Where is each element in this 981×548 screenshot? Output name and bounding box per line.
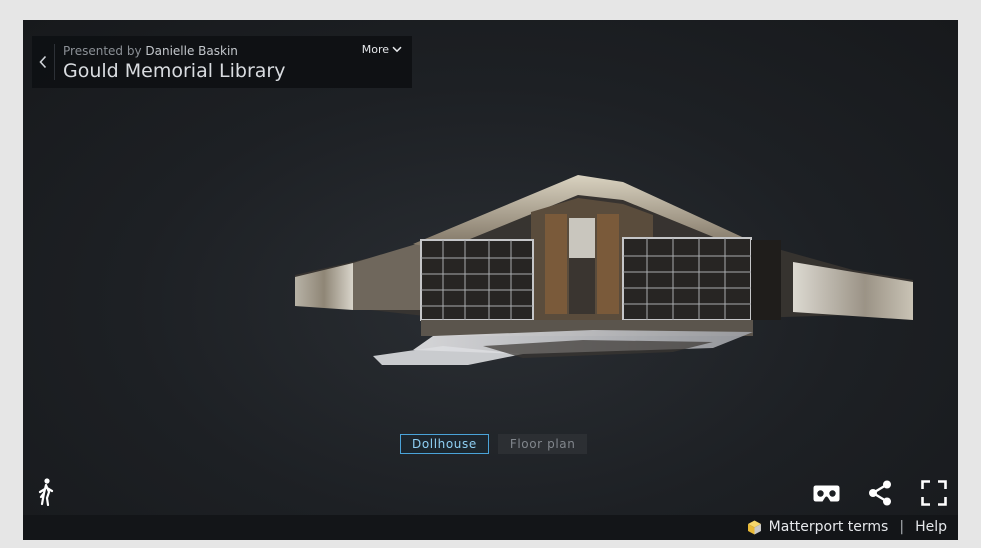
floor-plan-mode-button[interactable]: Floor plan: [497, 434, 588, 454]
presented-by: Presented by Danielle Baskin: [63, 44, 238, 58]
presented-prefix: Presented by: [63, 44, 142, 58]
vr-headset-icon: [813, 485, 839, 501]
title-divider: [54, 44, 55, 80]
share-button[interactable]: [865, 478, 895, 508]
vr-button[interactable]: [811, 478, 841, 508]
matterport-logo-icon: [747, 520, 761, 534]
share-icon: [869, 480, 891, 506]
footer-separator: |: [899, 519, 905, 535]
page-title: Gould Memorial Library: [63, 60, 286, 82]
viewer-controls: [811, 478, 949, 508]
footer-bar: Matterport terms | Help: [23, 515, 958, 540]
tour-title-card: Presented by Danielle Baskin Gould Memor…: [32, 36, 412, 88]
chevron-down-icon: [392, 46, 402, 53]
view-mode-toggle: Dollhouse Floor plan: [400, 434, 588, 454]
footer-links: Matterport terms | Help: [747, 519, 947, 535]
matterport-terms-link[interactable]: Matterport terms: [769, 519, 889, 535]
tour-viewer[interactable]: Presented by Danielle Baskin Gould Memor…: [23, 20, 958, 540]
fullscreen-icon: [921, 480, 947, 506]
presenter-name: Danielle Baskin: [145, 44, 238, 58]
fullscreen-button[interactable]: [919, 478, 949, 508]
walk-icon: [38, 478, 54, 507]
walk-mode-button[interactable]: [35, 478, 57, 507]
more-button[interactable]: More: [362, 43, 402, 56]
dollhouse-mode-button[interactable]: Dollhouse: [400, 434, 489, 454]
chevron-left-icon: [39, 55, 47, 69]
help-link[interactable]: Help: [915, 519, 947, 535]
dollhouse-model[interactable]: [293, 170, 918, 365]
more-label: More: [361, 43, 389, 56]
back-button[interactable]: [32, 36, 54, 88]
